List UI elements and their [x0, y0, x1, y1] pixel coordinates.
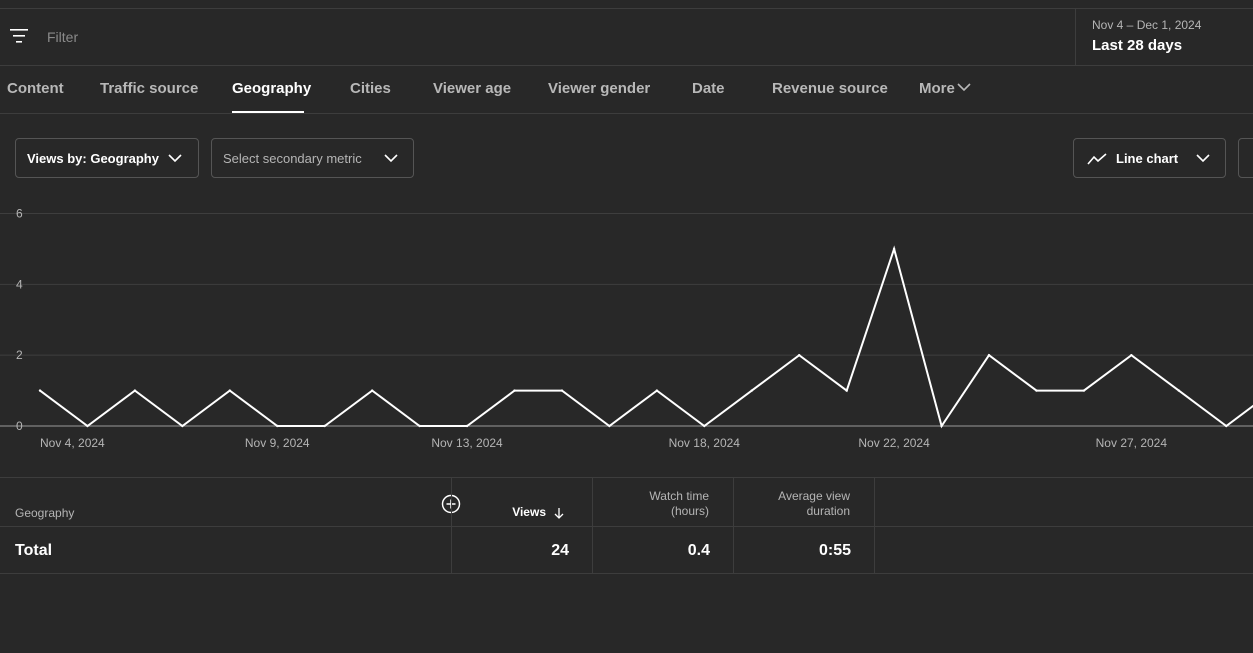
- column-header-line: Average view: [778, 489, 850, 503]
- chart-type-label: Line chart: [1116, 151, 1179, 166]
- tab-traffic-source[interactable]: Traffic source: [100, 80, 198, 97]
- data-point: [987, 353, 991, 357]
- primary-metric-label: Views by: Geography: [27, 151, 159, 166]
- chevron-down-icon[interactable]: [957, 82, 971, 92]
- x-tick-label: Nov 18, 2024: [669, 436, 741, 450]
- chevron-down-icon: [1196, 154, 1210, 163]
- column-header-line: duration: [806, 504, 850, 518]
- data-point: [465, 424, 469, 428]
- data-point: [181, 424, 184, 428]
- data-point: [655, 389, 659, 392]
- total-watch-time: 0.4: [687, 542, 710, 559]
- total-label: Total: [15, 542, 53, 559]
- data-point: [845, 389, 848, 392]
- data-point: [513, 389, 516, 392]
- tab-viewer-age[interactable]: Viewer age: [433, 80, 511, 97]
- column-header-watch-time[interactable]: Watch time (hours): [600, 489, 709, 519]
- data-point: [703, 424, 706, 428]
- tab-viewer-gender[interactable]: Viewer gender: [548, 80, 650, 97]
- secondary-metric-label: Select secondary metric: [223, 151, 362, 166]
- column-divider: [874, 478, 875, 526]
- data-point: [228, 389, 231, 392]
- column-divider: [451, 527, 452, 573]
- data-point: [560, 389, 564, 392]
- tab-date[interactable]: Date: [692, 80, 725, 97]
- data-point: [276, 424, 279, 428]
- arrow-down-icon[interactable]: [553, 507, 565, 519]
- data-point: [323, 424, 326, 428]
- column-header-line: Watch time: [649, 489, 709, 503]
- x-tick-label: Nov 22, 2024: [858, 436, 930, 450]
- active-tab-indicator: [232, 111, 304, 113]
- data-point: [38, 389, 42, 392]
- data-point: [1035, 389, 1038, 392]
- y-tick-label: 0: [16, 419, 23, 433]
- tab-cities[interactable]: Cities: [350, 80, 391, 97]
- chevron-down-icon: [168, 154, 182, 163]
- total-avg-duration: 0:55: [818, 542, 851, 559]
- column-header-geography[interactable]: Geography: [15, 506, 74, 521]
- column-header-line: (hours): [670, 504, 709, 518]
- filter-icon[interactable]: [10, 28, 28, 44]
- data-point: [892, 247, 896, 251]
- series-line: [39, 245, 1253, 429]
- tab-geography[interactable]: Geography: [232, 80, 311, 97]
- table-row-total: Total 24 0.4 0:55: [0, 527, 1253, 574]
- date-range-text: Nov 4 – Dec 1, 2024: [1092, 18, 1202, 32]
- data-point: [370, 389, 374, 392]
- date-range-selector[interactable]: Nov 4 – Dec 1, 2024 Last 28 days: [1075, 9, 1253, 65]
- column-divider: [874, 527, 875, 573]
- tab-revenue-source[interactable]: Revenue source: [772, 80, 888, 97]
- data-point: [86, 424, 89, 428]
- column-divider: [592, 478, 593, 526]
- chart-type-dropdown[interactable]: Line chart: [1073, 138, 1226, 178]
- chevron-down-icon: [384, 154, 398, 163]
- column-divider: [451, 478, 452, 526]
- data-point: [133, 389, 137, 392]
- data-point: [608, 424, 611, 428]
- column-header-views[interactable]: Views: [490, 505, 546, 520]
- y-tick-label: 4: [16, 277, 23, 291]
- primary-metric-dropdown[interactable]: Views by: Geography: [15, 138, 199, 178]
- data-point: [418, 424, 421, 428]
- x-tick-label: Nov 4, 2024: [40, 436, 105, 450]
- data-point: [750, 389, 753, 392]
- data-point: [798, 353, 801, 357]
- tab-more[interactable]: More: [919, 80, 955, 97]
- line-chart-icon: [1087, 153, 1107, 165]
- data-point: [1082, 389, 1086, 392]
- column-header-avg-duration[interactable]: Average view duration: [741, 489, 850, 519]
- x-tick-label: Nov 9, 2024: [245, 436, 310, 450]
- column-divider: [733, 527, 734, 573]
- table-header: Geography Views Watch time (hours) Avera…: [0, 477, 1253, 527]
- secondary-metric-dropdown[interactable]: Select secondary metric: [211, 138, 414, 178]
- tab-content[interactable]: Content: [7, 80, 64, 97]
- dimension-tabs: Content Traffic source Geography Cities …: [0, 66, 1253, 114]
- column-divider: [592, 527, 593, 573]
- data-point: [1225, 424, 1228, 428]
- x-tick-label: Nov 13, 2024: [431, 436, 503, 450]
- x-tick-label: Nov 27, 2024: [1096, 436, 1168, 450]
- total-views: 24: [551, 542, 569, 559]
- views-line-chart: 0 2 4 6 Nov 4, 2024 Nov 9, 2024 Nov 13, 2024 N…: [0, 207, 1253, 450]
- data-point: [1130, 353, 1133, 357]
- data-point: [1177, 389, 1181, 392]
- column-divider: [733, 478, 734, 526]
- top-bar: Filter Nov 4 – Dec 1, 2024 Last 28 days: [0, 8, 1253, 66]
- y-tick-label: 2: [16, 348, 23, 362]
- y-tick-label: 6: [16, 207, 23, 221]
- data-point: [940, 424, 943, 428]
- filter-input[interactable]: Filter: [47, 29, 78, 45]
- date-range-label: Last 28 days: [1092, 37, 1183, 54]
- more-options-dropdown[interactable]: [1238, 138, 1253, 178]
